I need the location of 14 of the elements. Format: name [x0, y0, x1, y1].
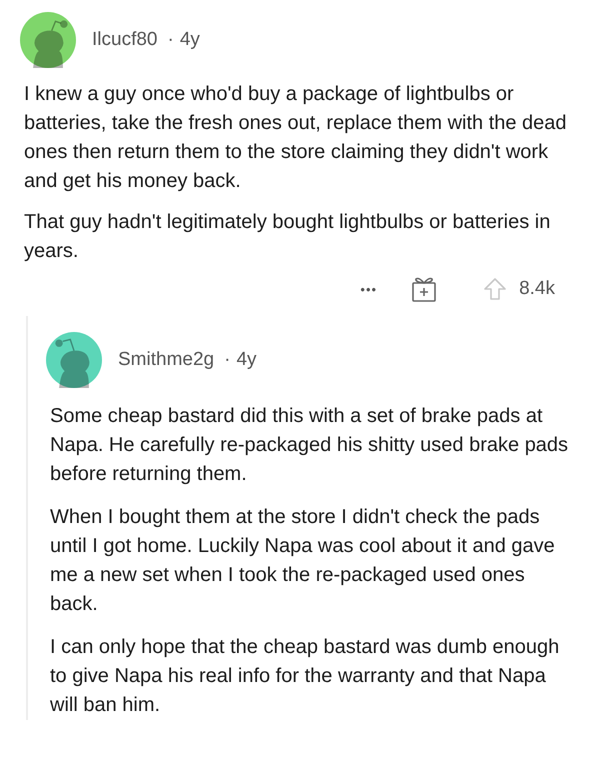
comment-age: 4y — [180, 29, 200, 51]
comment-text: Some cheap bastard did this with a set of brake pads at Napa. He carefully re-packaged his shitty used brake pads before returning them. — [50, 404, 570, 487]
username[interactable]: Ilcucf80 — [92, 29, 158, 51]
username[interactable]: Smithme2g — [118, 349, 214, 371]
gift-icon[interactable] — [411, 276, 438, 302]
comment-age: 4y — [236, 349, 257, 371]
comment-text: That guy hadn't legitimately bought lightbulbs or batteries in years. — [24, 210, 552, 264]
more-options-button[interactable]: ••• — [360, 282, 378, 296]
comment-text: When I bought them at the store I didn't check the pads until I got home. Luckily Napa was cool about it and gave me a new set when I took the re-packaged used ones back. — [50, 505, 556, 617]
separator-dot: · — [224, 349, 230, 371]
comment-text: I can only hope that the cheap bastard was dumb enough to give Napa his real info for the warranty and that Napa will ban him. — [50, 635, 560, 718]
vote-count: 8.4k — [519, 278, 555, 300]
separator-dot: · — [167, 29, 174, 51]
comment-text: I knew a guy once who'd buy a package of lightbulbs or batteries, take the fresh ones out, replace them with the dead ones then return them to the store claiming they didn't work and get his money back. — [24, 82, 568, 194]
